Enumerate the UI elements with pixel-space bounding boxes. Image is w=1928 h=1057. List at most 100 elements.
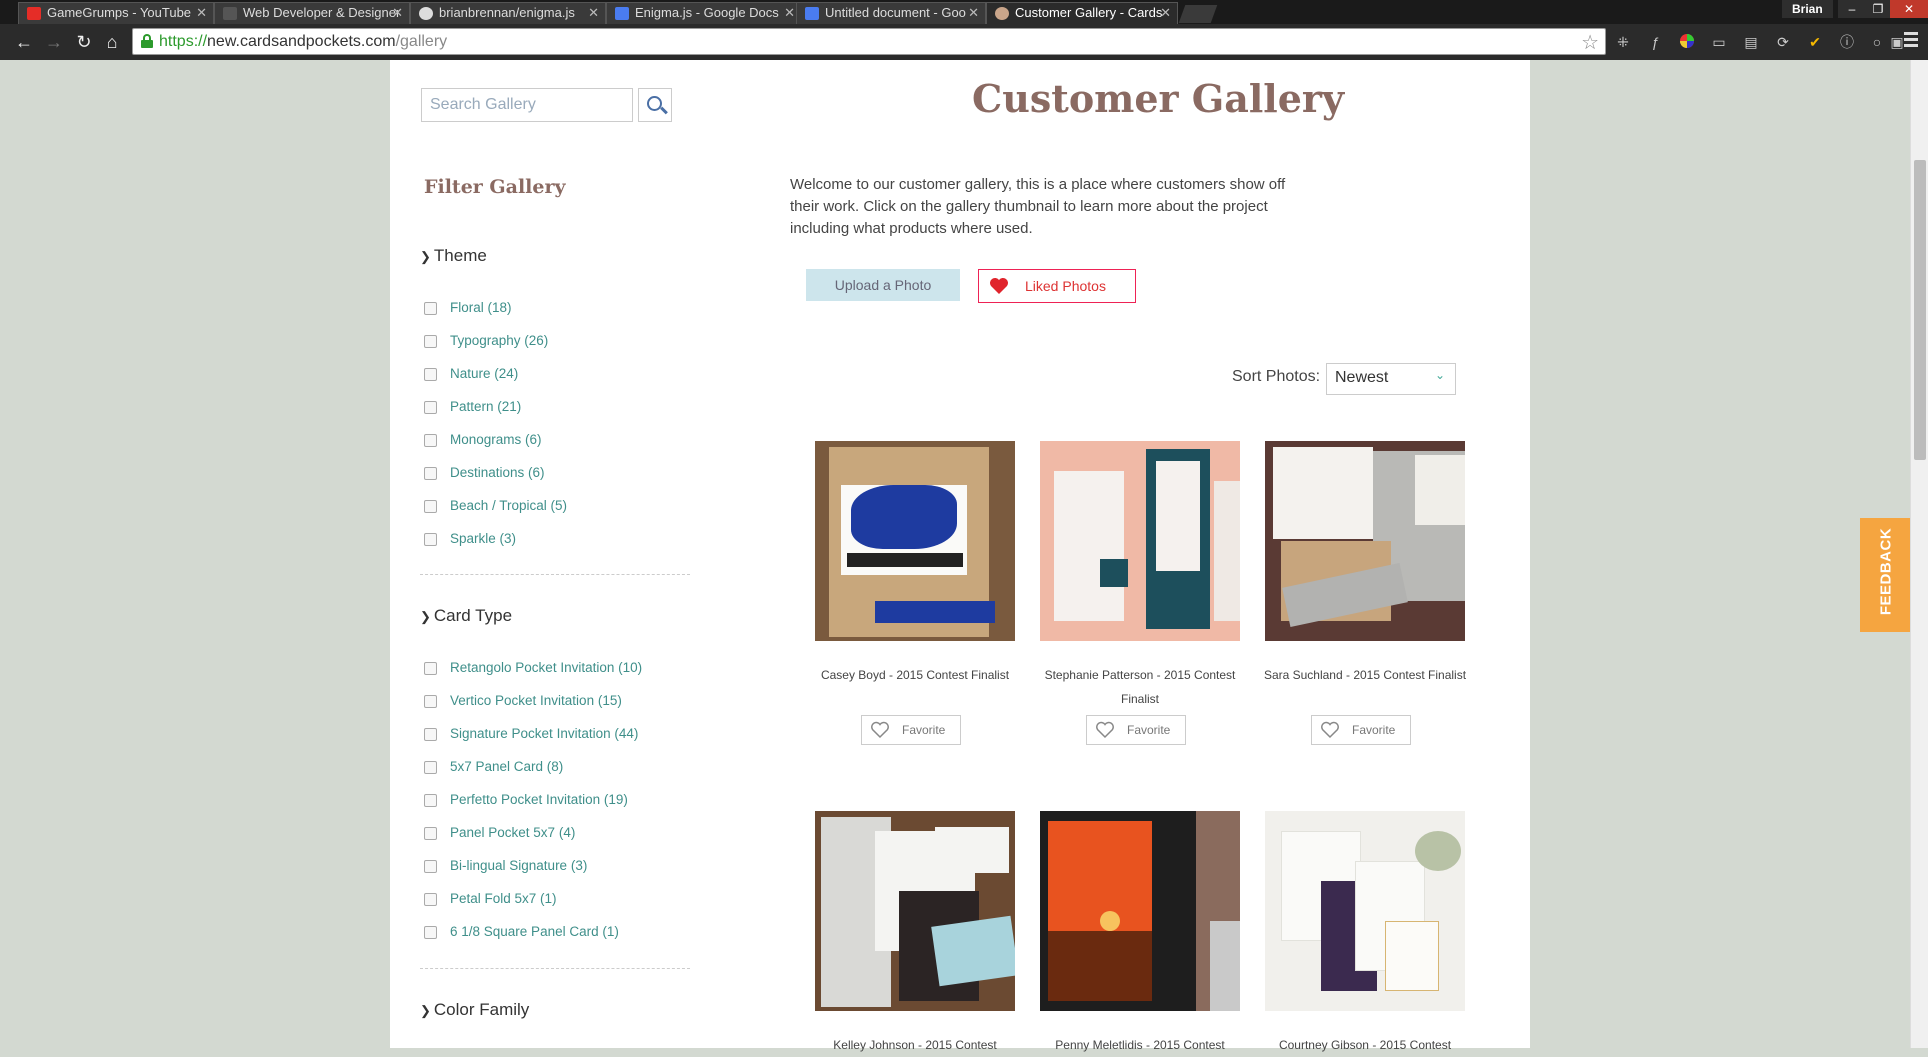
tab-gamegrumps[interactable]: GameGrumps - YouTube ✕ [18, 2, 214, 24]
search-button[interactable] [638, 88, 672, 122]
page-scrollbar[interactable] [1910, 60, 1928, 1048]
liked-photos-button[interactable]: Liked Photos [978, 269, 1136, 303]
filter-option-label: 5x7 Panel Card (8) [450, 759, 564, 774]
filter-option-label: Floral (18) [450, 300, 512, 315]
checkbox[interactable] [424, 302, 437, 315]
window-close-button[interactable]: ✕ [1890, 0, 1928, 18]
filter-option-label: Nature (24) [450, 366, 519, 381]
chevron-down-icon: ❯ [420, 609, 431, 624]
section-theme-toggle[interactable]: ❯ Theme [420, 246, 487, 266]
tab-github-enigma[interactable]: brianbrennan/enigma.js ✕ [410, 2, 606, 24]
tab-customer-gallery[interactable]: Customer Gallery - Cards ✕ [986, 2, 1178, 24]
search-icon-handle [660, 106, 668, 115]
bookmark-star-icon[interactable]: ☆ [1581, 30, 1599, 55]
tab-title: Enigma.js - Google Docs [635, 5, 779, 20]
gallery-thumbnail[interactable] [815, 811, 1015, 1011]
page-content: Search Gallery Filter Gallery ❯ Theme Flo… [390, 60, 1530, 1052]
tab-web-developer[interactable]: Web Developer & Designer ✕ [214, 2, 410, 24]
filter-option-label: Destinations (6) [450, 465, 545, 480]
page-icon [223, 7, 237, 20]
favorite-label: Favorite [1127, 723, 1171, 737]
gallery-thumbnail[interactable] [1265, 811, 1465, 1011]
heart-icon [990, 278, 1008, 294]
feedback-tab[interactable]: FEEDBACK [1860, 518, 1912, 632]
color-picker-extension-icon[interactable] [1678, 33, 1696, 51]
circle-extension-icon[interactable]: ○ [1868, 33, 1886, 51]
address-bar[interactable]: https://new.cardsandpockets.com/gallery … [132, 28, 1606, 55]
youtube-icon [27, 7, 41, 20]
heart-outline-icon [1096, 721, 1114, 739]
filter-option-label: Monograms (6) [450, 432, 542, 447]
new-tab-button[interactable] [1178, 5, 1218, 23]
section-title: Color Family [433, 1000, 530, 1019]
checkbox[interactable] [424, 728, 437, 741]
chat-extension-icon[interactable]: ▤ [1742, 33, 1760, 51]
github-icon [419, 7, 433, 20]
tab-enigma-docs[interactable]: Enigma.js - Google Docs ✕ [606, 2, 802, 24]
tab-title: Web Developer & Designer [243, 5, 401, 20]
scrollbar-thumb[interactable] [1914, 160, 1926, 460]
checkbox[interactable] [424, 434, 437, 447]
info-extension-icon[interactable]: ⓘ [1838, 33, 1856, 51]
section-title: Card Type [433, 606, 513, 625]
sync-extension-icon[interactable]: ⟳ [1774, 33, 1792, 51]
section-color-family-toggle[interactable]: ❯ Color Family [420, 1000, 529, 1020]
gallery-thumbnail[interactable] [1265, 441, 1465, 641]
gallery-thumbnail[interactable] [1040, 441, 1240, 641]
checkbox[interactable] [424, 893, 437, 906]
favorite-button[interactable]: Favorite [861, 715, 961, 745]
site-icon [995, 7, 1009, 20]
tab-untitled-document[interactable]: Untitled document - Goo ✕ [796, 2, 986, 24]
back-icon[interactable]: ← [12, 30, 36, 54]
checkbox[interactable] [424, 695, 437, 708]
close-icon[interactable]: ✕ [1160, 3, 1171, 23]
filter-option-label: Petal Fold 5x7 (1) [450, 891, 557, 906]
checkbox[interactable] [424, 761, 437, 774]
close-icon[interactable]: ✕ [392, 3, 403, 23]
home-icon[interactable]: ⌂ [100, 30, 124, 54]
formula-extension-icon[interactable]: ƒ [1646, 33, 1664, 51]
checkbox[interactable] [424, 533, 437, 546]
checkbox[interactable] [424, 827, 437, 840]
profile-button[interactable]: Brian [1782, 0, 1833, 18]
browser-tab-strip: GameGrumps - YouTube ✕ Web Developer & D… [0, 0, 1928, 24]
gallery-thumbnail[interactable] [815, 441, 1015, 641]
checkbox[interactable] [424, 401, 437, 414]
menu-icon[interactable] [1904, 32, 1918, 50]
sort-select[interactable]: Newest ⌄ [1326, 363, 1456, 395]
feedback-label: FEEDBACK [1877, 527, 1895, 616]
search-input[interactable]: Search Gallery [421, 88, 633, 122]
minimize-button[interactable]: – [1838, 0, 1866, 18]
close-icon[interactable]: ✕ [196, 3, 207, 23]
tab-title: Customer Gallery - Cards [1015, 5, 1163, 20]
tab-title: brianbrennan/enigma.js [439, 5, 575, 20]
close-icon[interactable]: ✕ [784, 3, 795, 23]
checkbox[interactable] [424, 335, 437, 348]
divider [420, 574, 690, 575]
section-card-type-toggle[interactable]: ❯ Card Type [420, 606, 512, 626]
restore-button[interactable]: ❐ [1864, 0, 1892, 18]
reload-icon[interactable]: ↻ [72, 30, 96, 54]
favorite-button[interactable]: Favorite [1311, 715, 1411, 745]
checkbox[interactable] [424, 926, 437, 939]
checkbox[interactable] [424, 368, 437, 381]
upload-photo-button[interactable]: Upload a Photo [806, 269, 960, 301]
gallery-thumbnail[interactable] [1040, 811, 1240, 1011]
checkbox[interactable] [424, 662, 437, 675]
filter-option-label: Bi-lingual Signature (3) [450, 858, 588, 873]
filter-option-label: Vertico Pocket Invitation (15) [450, 693, 622, 708]
forward-icon[interactable]: → [42, 30, 66, 54]
filter-title: Filter Gallery [424, 176, 566, 198]
checkbox[interactable] [424, 467, 437, 480]
favorite-button[interactable]: Favorite [1086, 715, 1186, 745]
css-extension-icon[interactable]: ⁜ [1614, 33, 1632, 51]
checkbox[interactable] [424, 794, 437, 807]
checkbox[interactable] [424, 500, 437, 513]
checkbox[interactable] [424, 860, 437, 873]
filter-option-label: 6 1/8 Square Panel Card (1) [450, 924, 619, 939]
cast-extension-icon[interactable]: ▭ [1710, 33, 1728, 51]
close-icon[interactable]: ✕ [968, 3, 979, 23]
close-icon[interactable]: ✕ [588, 3, 599, 23]
check-extension-icon[interactable]: ✔ [1806, 33, 1824, 51]
intro-text: Welcome to our customer gallery, this is… [790, 176, 1286, 237]
